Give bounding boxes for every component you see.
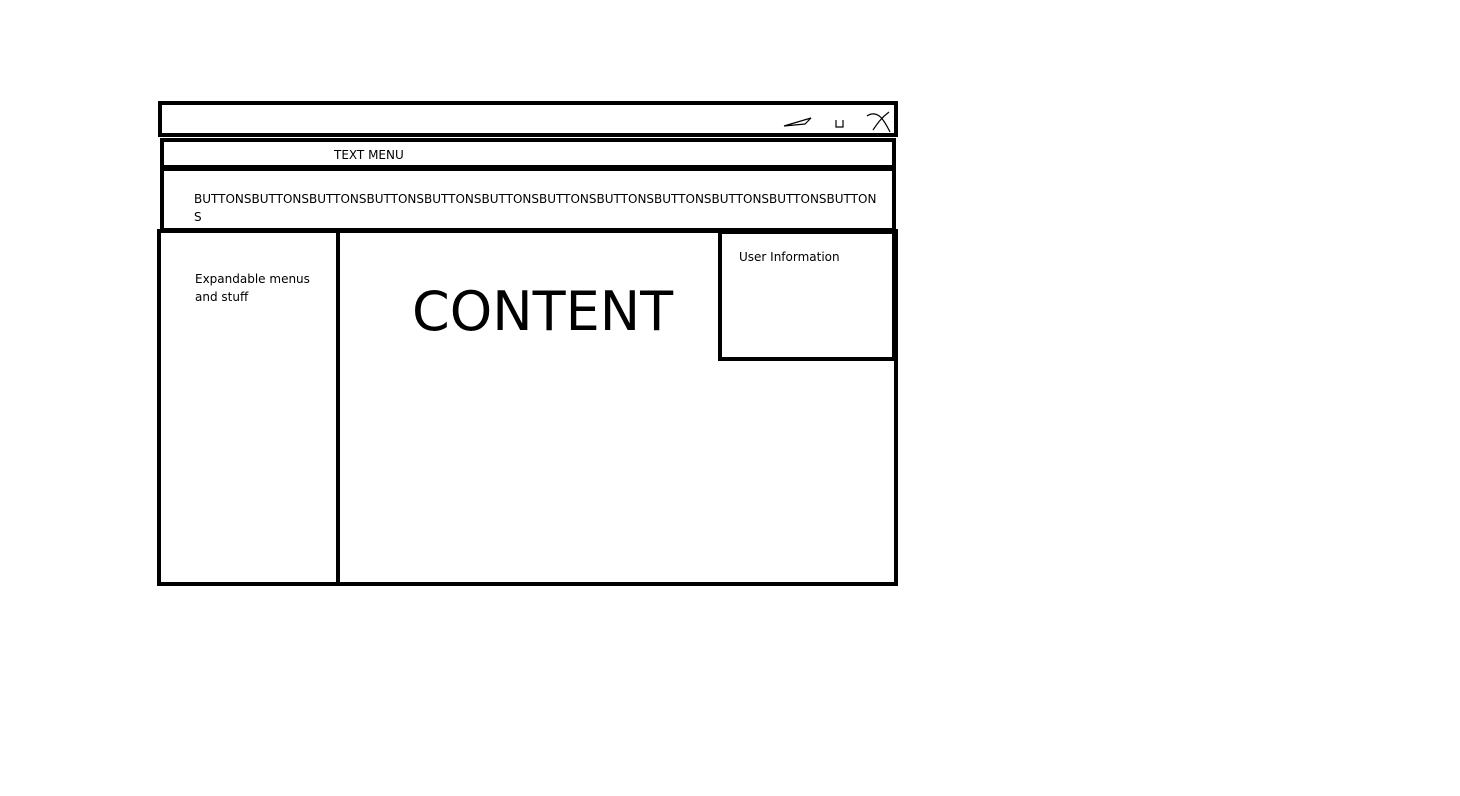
close-icon[interactable] bbox=[863, 106, 891, 134]
maximize-icon[interactable] bbox=[831, 106, 847, 130]
sidebar-expandable-menus[interactable]: Expandable menus and stuff bbox=[195, 270, 325, 306]
window-controls bbox=[775, 106, 895, 136]
minimize-icon[interactable] bbox=[781, 106, 813, 130]
user-information[interactable]: User Information bbox=[739, 248, 840, 266]
toolbar-buttons[interactable]: BUTTONSBUTTONSBUTTONSBUTTONSBUTTONSBUTTO… bbox=[194, 190, 879, 226]
menu-bar bbox=[160, 138, 896, 169]
content-area: CONTENT bbox=[412, 280, 674, 343]
sidebar-divider bbox=[336, 232, 340, 583]
text-menu[interactable]: TEXT MENU bbox=[334, 146, 404, 164]
